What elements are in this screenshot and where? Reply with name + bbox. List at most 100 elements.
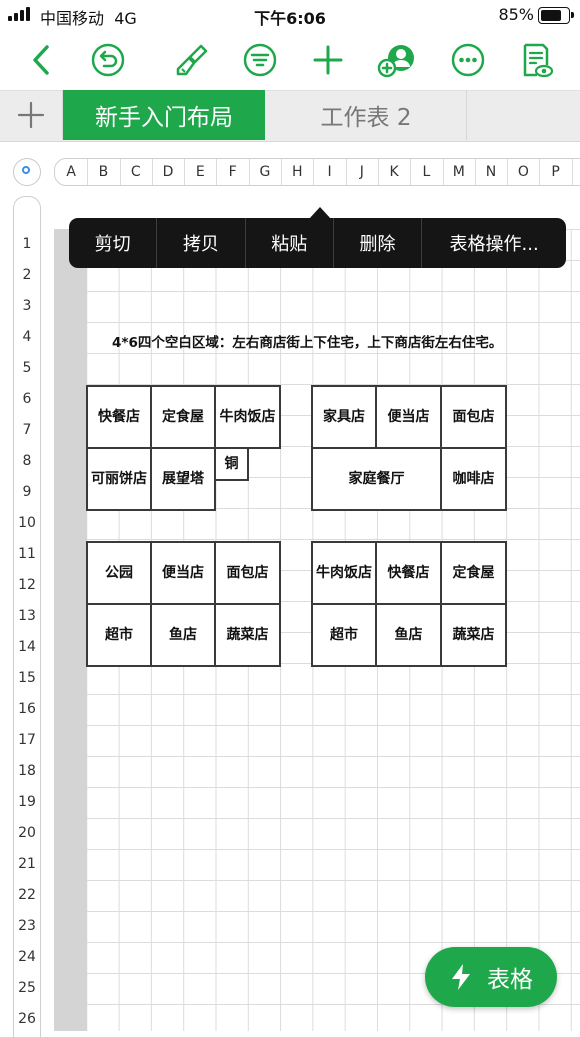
- shop-cell[interactable]: 可丽饼店: [86, 447, 152, 511]
- shop-cell[interactable]: 超市: [86, 603, 152, 667]
- battery-cap: [571, 12, 574, 18]
- format-brush-button[interactable]: [170, 38, 214, 82]
- row-header-cell[interactable]: 9: [13, 484, 41, 500]
- shop-cell[interactable]: 超市: [311, 603, 377, 667]
- column-header-cell[interactable]: E: [184, 159, 218, 185]
- row-header-cell[interactable]: 20: [13, 825, 41, 841]
- column-header-cell[interactable]: A: [55, 159, 89, 185]
- shop-cell[interactable]: 家具店: [311, 385, 377, 449]
- selected-column-a[interactable]: [54, 229, 87, 1031]
- more-button[interactable]: [446, 38, 490, 82]
- tab-sheet-active[interactable]: 新手入门布局: [63, 90, 265, 140]
- column-header-cell[interactable]: G: [249, 159, 283, 185]
- row-header-cell[interactable]: 26: [13, 1011, 41, 1027]
- column-header-cell[interactable]: L: [410, 159, 444, 185]
- column-header-cell[interactable]: C: [120, 159, 153, 185]
- column-header-cell[interactable]: I: [313, 159, 347, 185]
- battery-icon: [538, 7, 570, 24]
- plus-icon: [17, 101, 45, 129]
- table-tools-button[interactable]: 表格: [425, 947, 557, 1007]
- shop-cell[interactable]: 牛肉饭店: [214, 385, 281, 449]
- row-header-cell[interactable]: 10: [13, 515, 41, 531]
- context-menu: 剪切 拷贝 粘贴 删除 表格操作...: [69, 218, 566, 268]
- shop-cell[interactable]: 便当店: [375, 385, 442, 449]
- shop-cell[interactable]: 鱼店: [375, 603, 442, 667]
- row-header-cell[interactable]: 17: [13, 732, 41, 748]
- shop-cell[interactable]: 鱼店: [150, 603, 216, 667]
- row-header-cell[interactable]: 8: [13, 453, 41, 469]
- column-header-cell[interactable]: F: [217, 159, 250, 185]
- row-header-cell[interactable]: 22: [13, 887, 41, 903]
- row-header-cell[interactable]: 12: [13, 577, 41, 593]
- select-all-icon: [22, 166, 30, 174]
- shop-cell[interactable]: 定食屋: [150, 385, 216, 449]
- row-header-cell[interactable]: 1: [13, 236, 41, 252]
- lightning-icon: [452, 964, 470, 990]
- menu-item-delete[interactable]: 删除: [334, 218, 423, 268]
- row-header-cell[interactable]: 14: [13, 639, 41, 655]
- format-brush-icon: [176, 44, 208, 76]
- shop-cell[interactable]: 面包店: [214, 541, 281, 605]
- row-header-cell[interactable]: 4: [13, 329, 41, 345]
- add-button[interactable]: [306, 38, 350, 82]
- menu-item-table-actions[interactable]: 表格操作...: [422, 218, 566, 268]
- shop-cell[interactable]: 咖啡店: [440, 447, 507, 511]
- table-tools-label: 表格: [487, 967, 533, 993]
- shop-cell[interactable]: 展望塔: [150, 447, 216, 511]
- row-header-cell[interactable]: 7: [13, 422, 41, 438]
- menu-item-copy[interactable]: 拷贝: [157, 218, 246, 268]
- row-header-cell[interactable]: 5: [13, 360, 41, 376]
- column-header-cell[interactable]: B: [87, 159, 121, 185]
- shop-cell[interactable]: 定食屋: [440, 541, 507, 605]
- tab-sheet-2[interactable]: 工作表 2: [266, 90, 467, 140]
- add-sheet-button[interactable]: [0, 90, 63, 140]
- column-header-cell[interactable]: N: [475, 159, 509, 185]
- shop-cell[interactable]: 快餐店: [375, 541, 442, 605]
- row-header-cell[interactable]: 25: [13, 980, 41, 996]
- layout-note: 4*6四个空白区域：左右商店街上下住宅，上下商店街左右住宅。: [112, 335, 503, 351]
- shop-cell[interactable]: 铜: [214, 447, 249, 481]
- shop-cell[interactable]: 蔬菜店: [214, 603, 281, 667]
- column-header-cell[interactable]: O: [507, 159, 541, 185]
- shop-cell[interactable]: 便当店: [150, 541, 216, 605]
- menu-item-paste[interactable]: 粘贴: [246, 218, 334, 268]
- column-header-cell[interactable]: K: [378, 159, 412, 185]
- column-header-cell[interactable]: J: [346, 159, 379, 185]
- back-button[interactable]: [20, 38, 64, 82]
- shop-cell[interactable]: 快餐店: [86, 385, 152, 449]
- shop-cell[interactable]: 蔬菜店: [440, 603, 507, 667]
- row-header-cell[interactable]: 3: [13, 298, 41, 314]
- column-header-cell[interactable]: H: [281, 159, 315, 185]
- filter-icon: [243, 43, 277, 77]
- row-header-cell[interactable]: 23: [13, 918, 41, 934]
- row-header-cell[interactable]: 18: [13, 763, 41, 779]
- row-header-cell[interactable]: 13: [13, 608, 41, 624]
- row-header-cell[interactable]: 16: [13, 701, 41, 717]
- row-header-cell[interactable]: 15: [13, 670, 41, 686]
- undo-icon: [91, 43, 125, 77]
- view-document-button[interactable]: [514, 38, 558, 82]
- row-header-cell[interactable]: 6: [13, 391, 41, 407]
- back-chevron-icon: [33, 45, 49, 75]
- row-header-cell[interactable]: 2: [13, 267, 41, 283]
- column-header-cell[interactable]: P: [540, 159, 573, 185]
- clock: 下午6:06: [254, 9, 326, 28]
- shop-cell[interactable]: 牛肉饭店: [311, 541, 377, 605]
- share-collaborate-icon: [377, 45, 414, 78]
- column-header-cell[interactable]: D: [152, 159, 186, 185]
- column-header-cell[interactable]: M: [443, 159, 476, 185]
- menu-item-cut[interactable]: 剪切: [69, 218, 158, 268]
- row-header-cell[interactable]: 11: [13, 546, 41, 562]
- row-header-cell[interactable]: 21: [13, 856, 41, 872]
- column-header-bar[interactable]: ABCDEFGHIJKLMNOP: [54, 158, 580, 186]
- row-header-cell[interactable]: 24: [13, 949, 41, 965]
- shop-cell[interactable]: 公园: [86, 541, 152, 605]
- battery-percent: 85%: [498, 5, 534, 24]
- shop-cell[interactable]: 面包店: [440, 385, 507, 449]
- undo-button[interactable]: [86, 38, 130, 82]
- shop-cell[interactable]: 家庭餐厅: [311, 447, 442, 511]
- more-icon: [451, 43, 485, 77]
- row-header-cell[interactable]: 19: [13, 794, 41, 810]
- filter-button[interactable]: [238, 38, 282, 82]
- collaborate-button[interactable]: [374, 38, 418, 82]
